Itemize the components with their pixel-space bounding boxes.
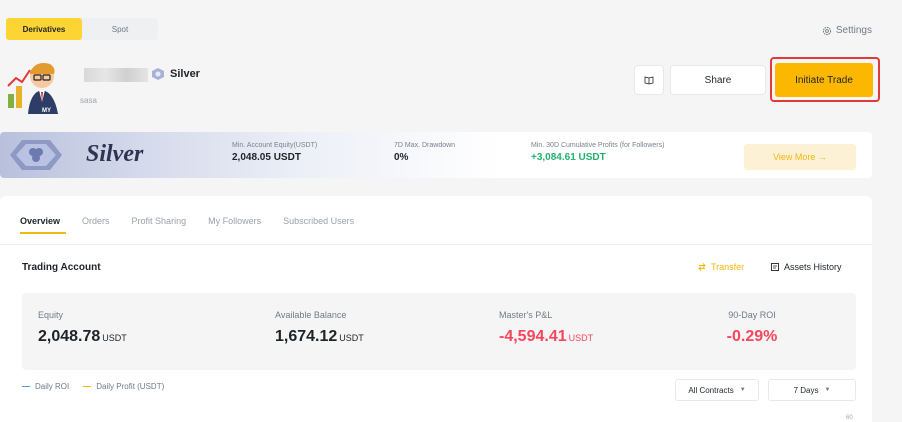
user-subname: sasa [80, 96, 97, 105]
chart-y-tick: 60 [846, 415, 853, 421]
stat-min-profits: Min. 30D Cumulative Profits (for Followe… [531, 142, 665, 163]
chart-legend: Daily ROI Daily Profit (USDT) [22, 382, 164, 391]
tier-title: Silver [86, 141, 144, 167]
overview-card: Overview Orders Profit Sharing My Follow… [0, 196, 872, 422]
spot-tab[interactable]: Spot [82, 18, 158, 40]
document-icon [771, 263, 779, 271]
avatar-tag: MY [42, 108, 51, 114]
metric-equity: Equity 2,048.78 USDT [38, 310, 127, 345]
stat-min-equity: Min. Account Equity(USDT) 2,048.05 USDT [232, 142, 318, 163]
transfer-label: Transfer [711, 262, 745, 272]
tabs-divider [0, 244, 872, 245]
masters-pnl-value: -4,594.41 [499, 328, 567, 345]
legend-daily-profit[interactable]: Daily Profit (USDT) [83, 382, 164, 391]
available-balance-value: 1,674.12 [275, 328, 338, 345]
view-more-button[interactable]: View More → [744, 144, 856, 170]
stat-max-drawdown: 7D Max. Drawdown 0% [394, 142, 456, 163]
account-type-toggle: Derivatives Spot [6, 18, 158, 40]
transfer-icon [698, 263, 706, 271]
settings-link[interactable]: Settings [822, 25, 872, 36]
trading-account-title: Trading Account [22, 262, 101, 273]
roi-value: -0.29% [726, 328, 778, 345]
silver-shield-icon [10, 140, 62, 170]
metric-available-balance: Available Balance 1,674.12 USDT [275, 310, 364, 345]
username-redacted [84, 68, 148, 82]
chevron-down-icon: ▼ [739, 387, 746, 393]
silver-badge-icon [152, 68, 164, 80]
metric-90d-roi: 90-Day ROI -0.29% [712, 310, 792, 346]
initiate-trade-button[interactable]: Initiate Trade [775, 63, 873, 97]
tier-banner: Silver Min. Account Equity(USDT) 2,048.0… [0, 132, 872, 178]
tab-subscribed-users[interactable]: Subscribed Users [283, 216, 354, 234]
contracts-select-value: All Contracts [688, 385, 734, 395]
period-select[interactable]: 7 Days ▼ [768, 379, 856, 401]
legend-daily-roi[interactable]: Daily ROI [22, 382, 69, 391]
account-metrics: Equity 2,048.78 USDT Available Balance 1,… [22, 293, 856, 370]
legend-swatch-yellow [83, 385, 92, 388]
user-tier-label: Silver [170, 68, 200, 80]
tab-overview[interactable]: Overview [20, 216, 67, 234]
equity-value: 2,048.78 [38, 328, 101, 345]
masters-pnl-unit: USDT [568, 333, 594, 343]
legend-swatch-blue [22, 385, 30, 388]
chevron-down-icon: ▼ [824, 387, 831, 393]
transfer-link[interactable]: Transfer [697, 262, 744, 272]
equity-unit: USDT [102, 333, 127, 343]
avatar: MY [7, 63, 58, 114]
derivatives-tab[interactable]: Derivatives [6, 18, 82, 40]
book-icon [644, 76, 654, 85]
settings-label: Settings [835, 25, 872, 36]
gear-icon [822, 26, 831, 35]
tab-my-followers[interactable]: My Followers [208, 216, 261, 234]
guide-button[interactable] [634, 65, 664, 95]
tab-profit-sharing[interactable]: Profit Sharing [132, 216, 187, 234]
section-tabs: Overview Orders Profit Sharing My Follow… [20, 216, 354, 234]
metric-masters-pnl: Master's P&L -4,594.41 USDT [499, 310, 594, 345]
user-tier: Silver [150, 68, 200, 80]
tab-orders[interactable]: Orders [82, 216, 110, 234]
available-balance-unit: USDT [339, 333, 364, 343]
share-button[interactable]: Share [670, 65, 766, 95]
period-select-value: 7 Days [793, 385, 819, 395]
assets-history-link[interactable]: Assets History [770, 262, 842, 272]
contracts-select[interactable]: All Contracts ▼ [675, 379, 759, 401]
assets-history-label: Assets History [784, 262, 842, 272]
